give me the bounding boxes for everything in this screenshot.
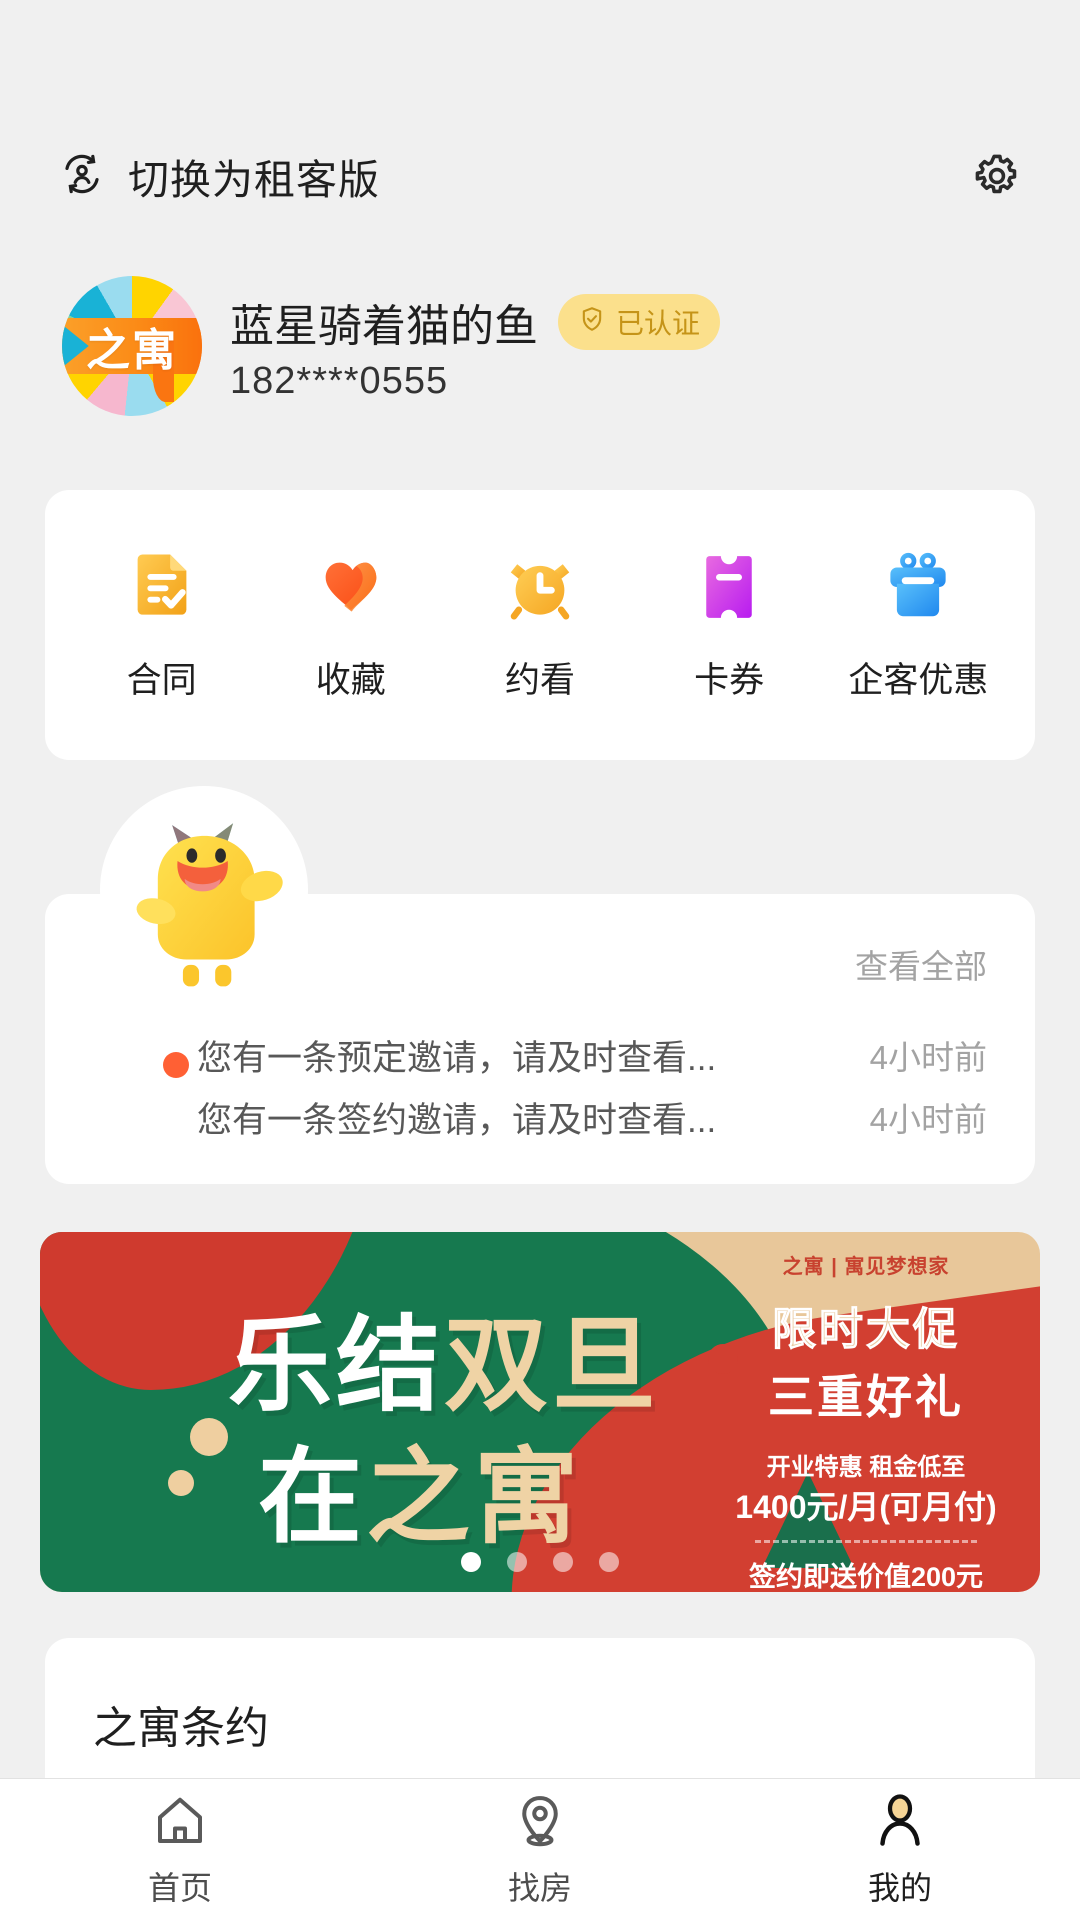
notification-time: 4小时前 — [869, 1101, 987, 1138]
carousel-dot[interactable] — [507, 1552, 527, 1572]
gift-box-icon — [879, 548, 957, 626]
view-all-link[interactable]: 查看全部 — [855, 940, 987, 988]
banner-divider — [755, 1540, 977, 1543]
promo-banner[interactable]: 乐结双旦 在之寓 之寓 | 寓见梦想家 限时大促 三重好礼 开业特惠 租金低至 … — [40, 1232, 1040, 1592]
quick-action-label: 约看 — [504, 660, 575, 700]
person-icon — [870, 1791, 930, 1851]
banner-headline-white: 乐结 — [228, 1308, 445, 1424]
switch-account-icon — [58, 150, 106, 203]
banner-headline-tan: 双旦 — [444, 1308, 661, 1424]
carousel-dot[interactable] — [553, 1552, 573, 1572]
quick-action-enterprise-offer[interactable]: 企客优惠 — [834, 548, 1002, 703]
notification-list: 您有一条预定邀请，请及时查看... 4小时前 您有一条签约邀请，请及时查看...… — [45, 1024, 1035, 1148]
switch-to-tenant-label: 切换为租客版 — [128, 157, 380, 203]
notification-time: 4小时前 — [869, 1039, 987, 1076]
quick-action-favorites[interactable]: 收藏 — [267, 548, 435, 703]
list-item[interactable]: 您有一条签约邀请，请及时查看... 4小时前 — [45, 1086, 1035, 1148]
banner-offer1-top: 开业特惠 租金低至 — [766, 1454, 966, 1481]
carousel-dots — [40, 1552, 1040, 1572]
user-name: 蓝星骑着猫的鱼 — [230, 301, 538, 351]
app-screen: 切换为租客版 之寓 蓝星骑着猫的鱼 已认证 182****0555 合同 收藏 … — [0, 0, 1080, 1920]
yellow-monster-mascot — [118, 800, 298, 990]
section-title: 之寓条约 — [93, 1704, 269, 1753]
tab-label: 首页 — [147, 1870, 212, 1906]
list-item[interactable]: 您有一条预定邀请，请及时查看... 4小时前 — [45, 1024, 1035, 1086]
home-icon — [150, 1791, 210, 1851]
map-pin-icon — [510, 1791, 570, 1851]
bottom-tab-bar: 首页 找房 我的 — [0, 1778, 1080, 1920]
banner-promo-block: 之寓 | 寓见梦想家 限时大促 三重好礼 开业特惠 租金低至 1400元/月(可… — [716, 1250, 1016, 1592]
contract-icon — [123, 548, 201, 626]
quick-action-label: 合同 — [126, 660, 197, 700]
profile-name-row: 蓝星骑着猫的鱼 已认证 — [230, 290, 721, 354]
tab-find-house[interactable]: 找房 — [360, 1791, 720, 1909]
banner-headline-white2: 在 — [258, 1440, 367, 1556]
avatar[interactable]: 之寓 — [62, 276, 202, 416]
tab-label: 找房 — [507, 1870, 572, 1906]
alarm-clock-icon — [501, 548, 579, 626]
tab-home[interactable]: 首页 — [0, 1791, 360, 1909]
banner-brand: 之寓 | 寓见梦想家 — [782, 1256, 950, 1278]
quick-action-viewing[interactable]: 约看 — [456, 548, 624, 703]
page-header: 切换为租客版 — [0, 128, 1080, 224]
profile-info: 蓝星骑着猫的鱼 已认证 182****0555 — [230, 290, 721, 403]
banner-deco-dot — [168, 1470, 194, 1496]
banner-headline-line1: 乐结双旦 — [228, 1280, 660, 1431]
verified-label: 已认证 — [616, 307, 701, 339]
quick-action-coupon[interactable]: 卡券 — [645, 547, 813, 703]
quick-action-label: 企客优惠 — [848, 660, 989, 700]
unread-dot — [163, 1052, 189, 1078]
banner-offer1-main: 1400元/月(可月付) — [735, 1489, 997, 1525]
shield-check-icon — [578, 305, 606, 338]
profile-section[interactable]: 之寓 蓝星骑着猫的鱼 已认证 182****0555 — [62, 276, 721, 416]
notification-text: 您有一条预定邀请，请及时查看... — [197, 1038, 717, 1078]
carousel-dot[interactable] — [599, 1552, 619, 1572]
status-badge: 已认证 — [558, 293, 721, 350]
quick-actions-card: 合同 收藏 约看 卡券 企客优惠 — [45, 490, 1035, 760]
notification-text: 您有一条签约邀请，请及时查看... — [197, 1100, 717, 1140]
user-phone: 182****0555 — [230, 359, 449, 402]
carousel-dot[interactable] — [461, 1552, 481, 1572]
tab-mine[interactable]: 我的 — [720, 1791, 1080, 1909]
gear-icon[interactable] — [972, 151, 1022, 201]
coupon-ticket-icon — [690, 547, 768, 626]
banner-headline-line2: 在之寓 — [258, 1412, 582, 1563]
banner-promo-headline: 限时大促 — [772, 1305, 960, 1355]
tab-label: 我的 — [867, 1870, 932, 1906]
banner-promo-subheadline: 三重好礼 — [768, 1371, 964, 1423]
banner-headline-tan2: 之寓 — [366, 1440, 583, 1556]
avatar-logo-text: 之寓 — [86, 326, 178, 375]
quick-actions-row: 合同 收藏 约看 卡券 企客优惠 — [45, 490, 1035, 760]
quick-action-contract[interactable]: 合同 — [78, 548, 246, 703]
banner-deco-dot — [190, 1418, 228, 1456]
switch-to-tenant-button[interactable]: 切换为租客版 — [58, 146, 380, 206]
quick-action-label: 卡券 — [694, 660, 765, 700]
heart-icon — [312, 548, 390, 626]
quick-action-label: 收藏 — [315, 660, 386, 700]
